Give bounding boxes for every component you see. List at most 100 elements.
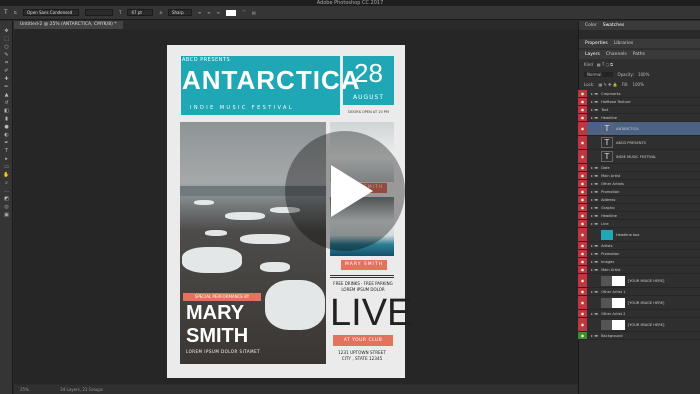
marquee-tool-icon[interactable]: ⬚ <box>0 35 13 43</box>
visibility-eye-icon[interactable]: ◉ <box>578 150 587 163</box>
visibility-eye-icon[interactable]: ◉ <box>578 172 587 179</box>
visibility-eye-icon[interactable]: ◉ <box>578 242 587 249</box>
tab-swatches[interactable]: Swatches <box>603 21 625 30</box>
tab-libraries[interactable]: Libraries <box>614 39 633 48</box>
layer-row[interactable]: ◉ ▸ ▬ Cropmarks <box>578 90 700 98</box>
layer-row[interactable]: ◉ T ANTARCTICA <box>578 122 700 136</box>
move-tool-icon[interactable]: ✥ <box>0 27 13 35</box>
layer-row[interactable]: ◉ ▸ ▬ Headline <box>578 212 700 220</box>
blend-mode[interactable]: Normal <box>584 71 614 77</box>
layer-row[interactable]: ◉ T INDIE MUSIC FESTIVAL <box>578 150 700 164</box>
visibility-eye-icon[interactable]: ◉ <box>578 288 587 295</box>
align-left-icon[interactable]: ≡ <box>198 10 201 15</box>
layer-row[interactable]: ◉ T ABCD PRESENTS <box>578 136 700 150</box>
visibility-eye-icon[interactable]: ◉ <box>578 90 587 97</box>
layer-row[interactable]: ◉ [YOUR IMAGE HERE] <box>578 274 700 288</box>
tab-layers[interactable]: Layers <box>585 50 600 59</box>
dodge-icon[interactable]: ◐ <box>0 131 13 139</box>
tab-color[interactable]: Color <box>585 21 597 30</box>
hand-tool-icon[interactable]: ✋ <box>0 171 13 179</box>
layer-row[interactable]: ◉ ▸ ▬ Promotion <box>578 188 700 196</box>
quick-select-icon[interactable]: ✎ <box>0 51 13 59</box>
font-style-field[interactable] <box>85 9 114 16</box>
brush-tool-icon[interactable]: ✏ <box>0 83 13 91</box>
type-tool-icon[interactable]: T <box>4 9 8 16</box>
visibility-eye-icon[interactable]: ◉ <box>578 114 587 121</box>
filter-icon[interactable]: ▦ T ◻ ⧉ <box>597 62 613 67</box>
visibility-eye-icon[interactable]: ◉ <box>578 196 587 203</box>
visibility-eye-icon[interactable]: ◉ <box>578 274 587 287</box>
layer-row[interactable]: ◉ ▸ ▬ Main Artist <box>578 266 700 274</box>
more-tools-icon[interactable]: … <box>0 187 13 195</box>
layer-row[interactable]: ◉ ▸ ▬ Images <box>578 258 700 266</box>
eyedropper-icon[interactable]: ✐ <box>0 67 13 75</box>
visibility-eye-icon[interactable]: ◉ <box>578 220 587 227</box>
type-tool-icon[interactable]: T <box>0 147 13 155</box>
visibility-eye-icon[interactable]: ◉ <box>578 136 587 149</box>
layer-row[interactable]: ◉ ▸ ▬ Artists <box>578 242 700 250</box>
quick-mask-icon[interactable]: ◎ <box>0 203 13 211</box>
layer-row[interactable]: ◉ ▸ ▬ Promotion <box>578 250 700 258</box>
lasso-tool-icon[interactable]: ○ <box>0 43 13 51</box>
tab-channels[interactable]: Channels <box>606 50 627 59</box>
zoom-tool-icon[interactable]: ⌕ <box>0 179 13 187</box>
visibility-eye-icon[interactable]: ◉ <box>578 164 587 171</box>
screen-mode-icon[interactable]: ▣ <box>0 211 13 219</box>
visibility-eye-icon[interactable]: ◉ <box>578 122 587 135</box>
lock-icons[interactable]: ▦ ✎ ✥ 🔒 <box>598 82 617 87</box>
panel-toggle-icon[interactable]: ▤ <box>252 10 256 15</box>
layer-row[interactable]: ◉ ▸ ▬ Graphic <box>578 204 700 212</box>
font-size-field[interactable]: 67 pt <box>127 9 154 16</box>
visibility-eye-icon[interactable]: ◉ <box>578 310 587 317</box>
antialias-field[interactable]: Sharp <box>167 9 192 16</box>
font-family-field[interactable]: Open Sans Condensed <box>23 9 80 16</box>
layer-row[interactable]: ◉ ▸ ▬ Address <box>578 196 700 204</box>
layer-row[interactable]: ◉ ▸ ▬ Other Artist 2 <box>578 310 700 318</box>
visibility-eye-icon[interactable]: ◉ <box>578 204 587 211</box>
layer-row[interactable]: ◉ [YOUR IMAGE HERE] <box>578 318 700 332</box>
clone-stamp-icon[interactable]: ▲ <box>0 91 13 99</box>
visibility-eye-icon[interactable]: ◉ <box>578 98 587 105</box>
healing-brush-icon[interactable]: ✚ <box>0 75 13 83</box>
history-brush-icon[interactable]: ↺ <box>0 99 13 107</box>
eraser-icon[interactable]: ◧ <box>0 107 13 115</box>
visibility-eye-icon[interactable]: ◉ <box>578 258 587 265</box>
play-button[interactable] <box>285 131 405 251</box>
layer-row[interactable]: ◉ ▸ ▬ Other Artist 1 <box>578 288 700 296</box>
color-swatches-icon[interactable]: ◩ <box>0 195 13 203</box>
visibility-eye-icon[interactable]: ◉ <box>578 228 587 241</box>
layer-row[interactable]: ◉ Headline box <box>578 228 700 242</box>
layer-row[interactable]: ◉ ▸ ▬ Line <box>578 220 700 228</box>
layer-row[interactable]: ◉ ▸ ▬ Text <box>578 106 700 114</box>
visibility-eye-icon[interactable]: ◉ <box>578 318 587 331</box>
visibility-eye-icon[interactable]: ◉ <box>578 188 587 195</box>
orientation-icon[interactable]: ⇅ <box>14 10 17 15</box>
tab-properties[interactable]: Properties <box>585 39 608 48</box>
layer-row[interactable]: ◉ ▸ ▬ Date <box>578 164 700 172</box>
visibility-eye-icon[interactable]: ◉ <box>578 266 587 273</box>
doc-tab[interactable]: Untitled-2 @ 25% (ANTARCTICA, CMYK/8) * <box>14 21 123 29</box>
visibility-eye-icon[interactable]: ◉ <box>578 106 587 113</box>
visibility-eye-icon[interactable]: ◉ <box>578 180 587 187</box>
fill-value[interactable]: 100% <box>632 82 643 87</box>
shape-tool-icon[interactable]: ▭ <box>0 163 13 171</box>
warp-icon[interactable]: ⌒ <box>242 10 246 16</box>
layer-row[interactable]: ◉ ▸ ▬ Main Artist <box>578 172 700 180</box>
align-right-icon[interactable]: ≡ <box>217 10 220 15</box>
align-center-icon[interactable]: ≡ <box>207 10 210 15</box>
zoom-level[interactable]: 25% <box>20 387 29 392</box>
text-color-swatch[interactable] <box>226 9 237 16</box>
visibility-eye-icon[interactable]: ◉ <box>578 296 587 309</box>
gradient-icon[interactable]: ▮ <box>0 115 13 123</box>
path-select-icon[interactable]: ▸ <box>0 155 13 163</box>
visibility-eye-icon[interactable]: ◉ <box>578 250 587 257</box>
crop-tool-icon[interactable]: ⌗ <box>0 59 13 67</box>
blur-icon[interactable]: ● <box>0 123 13 131</box>
layer-row[interactable]: ◉ ▸ ▬ Background <box>578 332 700 340</box>
layer-row[interactable]: ◉ ▸ ▬ Headline <box>578 114 700 122</box>
tab-paths[interactable]: Paths <box>633 50 645 59</box>
filter-kind[interactable]: Kind <box>584 62 593 67</box>
layer-row[interactable]: ◉ ▸ ▬ Halftone Texture <box>578 98 700 106</box>
pen-tool-icon[interactable]: ✒ <box>0 139 13 147</box>
visibility-eye-icon[interactable]: ◉ <box>578 212 587 219</box>
